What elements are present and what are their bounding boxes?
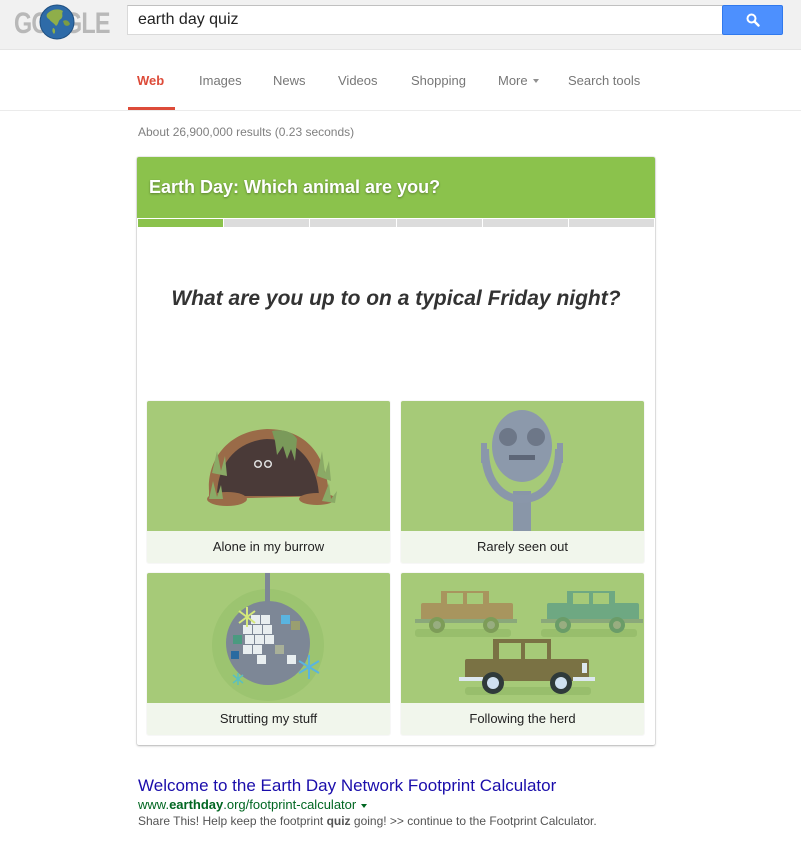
search-box[interactable] xyxy=(127,5,723,35)
tab-videos[interactable]: Videos xyxy=(338,73,378,88)
binocular-viewer-illustration xyxy=(401,401,644,531)
url-suffix: .org/footprint-calculator xyxy=(223,797,357,812)
result-snippet: Share This! Help keep the footprint quiz… xyxy=(138,813,698,830)
snippet-bold: quiz xyxy=(326,814,351,828)
quiz-header: Earth Day: Which animal are you? xyxy=(137,157,655,218)
quiz-option-burrow[interactable]: Alone in my burrow xyxy=(147,401,390,563)
search-result: Welcome to the Earth Day Network Footpri… xyxy=(138,775,698,830)
quiz-progress-bar xyxy=(138,219,655,227)
url-options-chevron-icon[interactable] xyxy=(361,803,368,808)
tab-shopping[interactable]: Shopping xyxy=(411,73,466,88)
url-prefix: www. xyxy=(138,797,170,812)
quiz-question: What are you up to on a typical Friday n… xyxy=(171,287,621,310)
snippet-after: going! >> continue to the Footprint Calc… xyxy=(350,814,597,828)
search-icon xyxy=(746,13,760,27)
option-label: Alone in my burrow xyxy=(147,531,390,563)
tab-images[interactable]: Images xyxy=(199,73,242,88)
option-label: Rarely seen out xyxy=(401,531,644,563)
chevron-down-icon xyxy=(532,78,539,83)
tab-more[interactable]: More xyxy=(498,73,539,88)
tab-search-tools[interactable]: Search tools xyxy=(568,73,640,88)
quiz-option-disco[interactable]: Strutting my stuff xyxy=(147,573,390,735)
result-stats: About 26,900,000 results (0.23 seconds) xyxy=(138,125,355,139)
snippet-before: Share This! Help keep the footprint xyxy=(138,814,327,828)
progress-segment xyxy=(224,219,310,227)
progress-segment xyxy=(568,219,655,227)
search-input[interactable] xyxy=(128,6,722,34)
tab-web[interactable]: Web xyxy=(137,73,164,88)
tab-news[interactable]: News xyxy=(273,73,306,88)
option-label: Following the herd xyxy=(401,703,644,735)
progress-segment xyxy=(482,219,568,227)
earth-day-quiz-card: Earth Day: Which animal are you? What ar… xyxy=(137,157,655,745)
google-doodle-logo[interactable]: GO GLE xyxy=(12,3,112,41)
tab-more-label: More xyxy=(498,73,528,88)
disco-ball-illustration xyxy=(147,573,390,703)
quiz-option-herd[interactable]: Following the herd xyxy=(401,573,644,735)
search-button[interactable] xyxy=(722,5,783,35)
top-bar: GO GLE xyxy=(0,0,801,50)
result-url: www.earthday.org/footprint-calculator xyxy=(138,797,698,813)
progress-segment xyxy=(310,219,396,227)
earth-globe-icon xyxy=(39,4,75,40)
result-title-link[interactable]: Welcome to the Earth Day Network Footpri… xyxy=(138,775,698,797)
burrow-illustration xyxy=(147,401,390,531)
url-bold: earthday xyxy=(169,797,224,812)
option-label: Strutting my stuff xyxy=(147,703,390,735)
quiz-title: Earth Day: Which animal are you? xyxy=(149,177,441,197)
progress-segment xyxy=(396,219,482,227)
active-tab-indicator xyxy=(128,107,175,110)
search-tabs: Web Images News Videos Shopping More Sea… xyxy=(0,51,801,111)
quiz-option-viewer[interactable]: Rarely seen out xyxy=(401,401,644,563)
cars-illustration xyxy=(401,573,644,703)
progress-segment xyxy=(138,219,224,227)
